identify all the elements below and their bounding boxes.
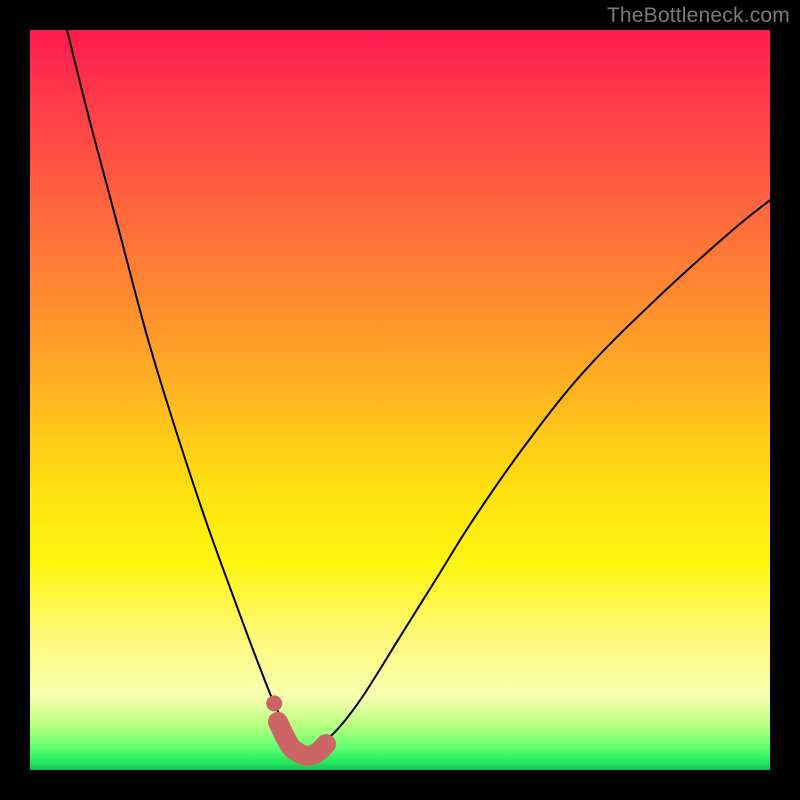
chart-frame: TheBottleneck.com	[0, 0, 800, 800]
optimal-dot	[266, 695, 282, 711]
bottleneck-curve	[67, 30, 770, 756]
chart-svg	[30, 30, 770, 770]
plot-area	[30, 30, 770, 770]
optimal-range-highlight	[278, 722, 326, 756]
watermark-text: TheBottleneck.com	[607, 4, 790, 28]
